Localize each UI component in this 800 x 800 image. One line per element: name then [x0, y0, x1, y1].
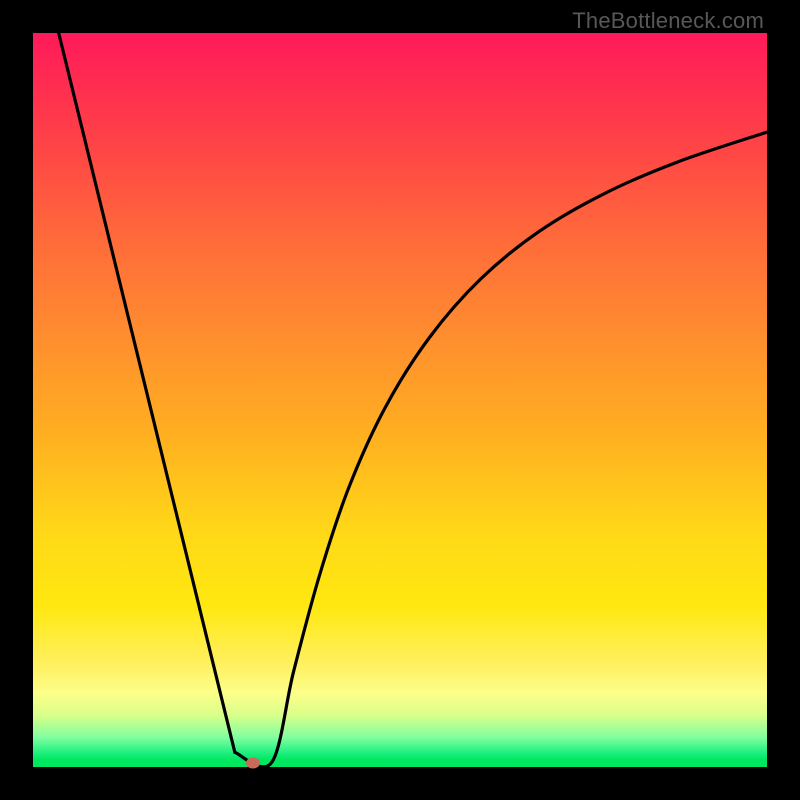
- attribution-text: TheBottleneck.com: [572, 8, 764, 34]
- bottleneck-curve: [33, 33, 767, 767]
- optimum-marker: [246, 757, 260, 768]
- chart-plot-area: [33, 33, 767, 767]
